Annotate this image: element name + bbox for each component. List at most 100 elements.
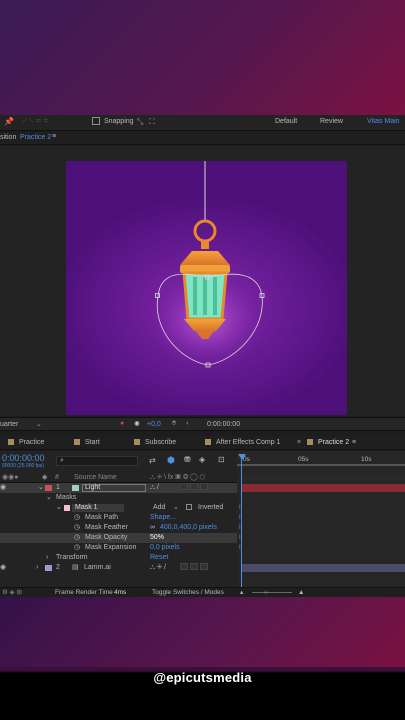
show-snapshot-icon[interactable]: ◐: [186, 420, 190, 427]
exposure-value[interactable]: +0,0: [147, 421, 161, 428]
link-icon[interactable]: ∞: [150, 523, 155, 533]
layer-1-bar[interactable]: [242, 484, 405, 492]
column-source-name[interactable]: Source Name: [74, 473, 117, 483]
chevron-down-icon[interactable]: ⌄: [36, 420, 42, 428]
snap-options-icon[interactable]: ⤡: [137, 117, 143, 127]
property-value[interactable]: Shape...: [150, 513, 176, 523]
keyframe-marker[interactable]: I: [239, 525, 241, 531]
property-value[interactable]: 400,0,400,0 pixels: [160, 523, 217, 533]
current-time[interactable]: 0:00:00:00: [2, 453, 45, 463]
fps-info: 00000 (25.000 fps): [2, 463, 44, 469]
tab-practice[interactable]: Practice: [8, 439, 44, 446]
chevron-right-icon[interactable]: ›: [46, 553, 48, 563]
chevron-right-icon[interactable]: ›: [36, 563, 38, 573]
resolution-select[interactable]: uarter: [0, 421, 18, 428]
lantern-bar: [213, 277, 217, 315]
composition-viewer[interactable]: [0, 146, 405, 416]
comp-icon: [134, 439, 140, 445]
draft-3d-icon[interactable]: ⬢: [167, 455, 175, 466]
layer-switch-boxes[interactable]: [180, 563, 208, 574]
chevron-down-icon[interactable]: ⌄: [56, 503, 62, 513]
keyframe-marker[interactable]: I: [239, 505, 241, 511]
tab-menu-icon[interactable]: ≡: [352, 439, 356, 446]
mask-color-icon[interactable]: [64, 505, 70, 511]
chevron-down-icon[interactable]: ⌄: [38, 483, 44, 493]
close-icon[interactable]: ×: [297, 439, 301, 446]
inverted-checkbox[interactable]: [186, 503, 192, 513]
layer-row[interactable]: ◉ ⌄ 1 Light ⛬ /: [0, 483, 237, 493]
viewer-timecode[interactable]: 0:00:00:00: [207, 421, 240, 428]
stopwatch-icon[interactable]: ◷: [74, 543, 80, 553]
mask-opacity-row[interactable]: ◷ Mask Opacity 50%: [0, 533, 237, 543]
graph-editor-icon[interactable]: ⊡: [218, 455, 225, 464]
playhead-handle[interactable]: [238, 454, 246, 460]
snap-expand-icon[interactable]: ⛶: [149, 117, 155, 127]
composition-menu-icon[interactable]: ≡: [52, 133, 56, 140]
layer-number: 2: [56, 564, 60, 571]
shy-icon[interactable]: ⛃: [184, 455, 191, 464]
composition-canvas[interactable]: [66, 161, 347, 415]
mask-expansion-row[interactable]: ◷ Mask Expansion 0,0 pixels: [0, 543, 237, 553]
composition-tab[interactable]: Practice 2: [20, 134, 51, 141]
keyframe-marker[interactable]: I: [239, 515, 241, 521]
keyframe-marker[interactable]: I: [239, 535, 241, 541]
workspace-vitas-main[interactable]: Vitas Main: [367, 118, 400, 125]
motion-blur-icon[interactable]: ◈: [199, 455, 205, 464]
stopwatch-icon[interactable]: ◷: [74, 523, 80, 533]
mask-name[interactable]: Mask 1: [72, 504, 124, 512]
layer-name[interactable]: Lamm.ai: [84, 563, 111, 573]
layer-search-input[interactable]: ⌕: [56, 456, 138, 466]
toolbar: 📌 ⟋ ⟍ ▭ ▭ Snapping ⤡ ⛶ Default Review Vi…: [0, 115, 405, 131]
layer-switches[interactable]: ⛬ /: [150, 483, 159, 493]
mask-path-row[interactable]: ◷ Mask Path Shape...: [0, 513, 237, 523]
comp-icon: [74, 439, 80, 445]
layer-row[interactable]: ◉ › 2 ▤ Lamm.ai ⛬ ✳ /: [0, 563, 237, 573]
comp-icon: [8, 439, 14, 445]
layer-2-bar[interactable]: [242, 564, 405, 572]
stopwatch-icon[interactable]: ◷: [74, 533, 80, 543]
layer-switches[interactable]: ⛬ ✳ /: [150, 563, 166, 573]
transform-reset[interactable]: Reset: [150, 553, 168, 563]
viewer-controls: uarter ⌄ ● ✺ +0,0 ⌾ ◐ 0:00:00:00: [0, 417, 405, 431]
time-ruler[interactable]: 0s 05s 10s: [237, 451, 405, 471]
tab-after-effects-comp-1[interactable]: After Effects Comp 1: [205, 439, 280, 446]
tab-subscribe[interactable]: Subscribe: [134, 439, 176, 446]
snapping-toggle[interactable]: Snapping: [92, 117, 134, 125]
comp-mini-flowchart-icon[interactable]: ⇄: [149, 456, 156, 465]
watermark: @epicutsmedia: [153, 670, 252, 685]
pin-icon[interactable]: 📌: [4, 117, 14, 126]
exposure-icon[interactable]: ✺: [134, 420, 140, 428]
chevron-down-icon[interactable]: ⌄: [173, 503, 179, 513]
property-value[interactable]: 50%: [150, 533, 164, 543]
tab-label: Start: [85, 439, 100, 446]
color-channels-icon[interactable]: ●: [120, 420, 124, 427]
zoom-slider[interactable]: [252, 592, 292, 593]
property-name: Mask Feather: [85, 524, 128, 531]
snapping-checkbox[interactable]: [92, 117, 100, 125]
work-area-bar[interactable]: [237, 464, 405, 466]
layer-name[interactable]: Light: [82, 484, 146, 492]
layer-label-color[interactable]: [45, 565, 52, 571]
property-value[interactable]: 0,0 pixels: [150, 543, 180, 553]
visibility-icon[interactable]: ◉: [0, 563, 6, 573]
mask-feather-row[interactable]: ◷ Mask Feather ∞ 400,0,400,0 pixels: [0, 523, 237, 533]
tab-start[interactable]: Start: [74, 439, 100, 446]
chevron-down-icon[interactable]: ⌄: [46, 493, 52, 503]
transform-row[interactable]: › Transform Reset: [0, 553, 237, 563]
workspace-default[interactable]: Default: [275, 118, 297, 125]
stopwatch-icon[interactable]: ◷: [74, 513, 80, 523]
mask-mode-select[interactable]: Add: [153, 503, 165, 513]
column-hash: #: [55, 474, 59, 481]
keyframe-marker[interactable]: I: [239, 545, 241, 551]
mask-row[interactable]: ⌄ Mask 1 Add ⌄ Inverted: [0, 503, 237, 513]
tool-icons: ⟋ ⟍ ▭ ▭: [22, 118, 49, 125]
masks-group-row[interactable]: ⌄ Masks: [0, 493, 237, 503]
visibility-icon[interactable]: ◉: [0, 483, 6, 493]
workspace-review[interactable]: Review: [320, 118, 343, 125]
property-name: Mask Expansion: [85, 544, 137, 551]
layer-panel: 0:00:00:00 00000 (25.000 fps) ⌕ ⇄ ⬢ ⛃ ◈ …: [0, 451, 237, 589]
layer-label-color[interactable]: [45, 485, 52, 491]
tab-practice-2[interactable]: Practice 2: [307, 439, 349, 446]
timeline-track-area[interactable]: 0s 05s 10s I I I I I: [237, 451, 405, 589]
snapshot-icon[interactable]: ⌾: [172, 420, 176, 428]
